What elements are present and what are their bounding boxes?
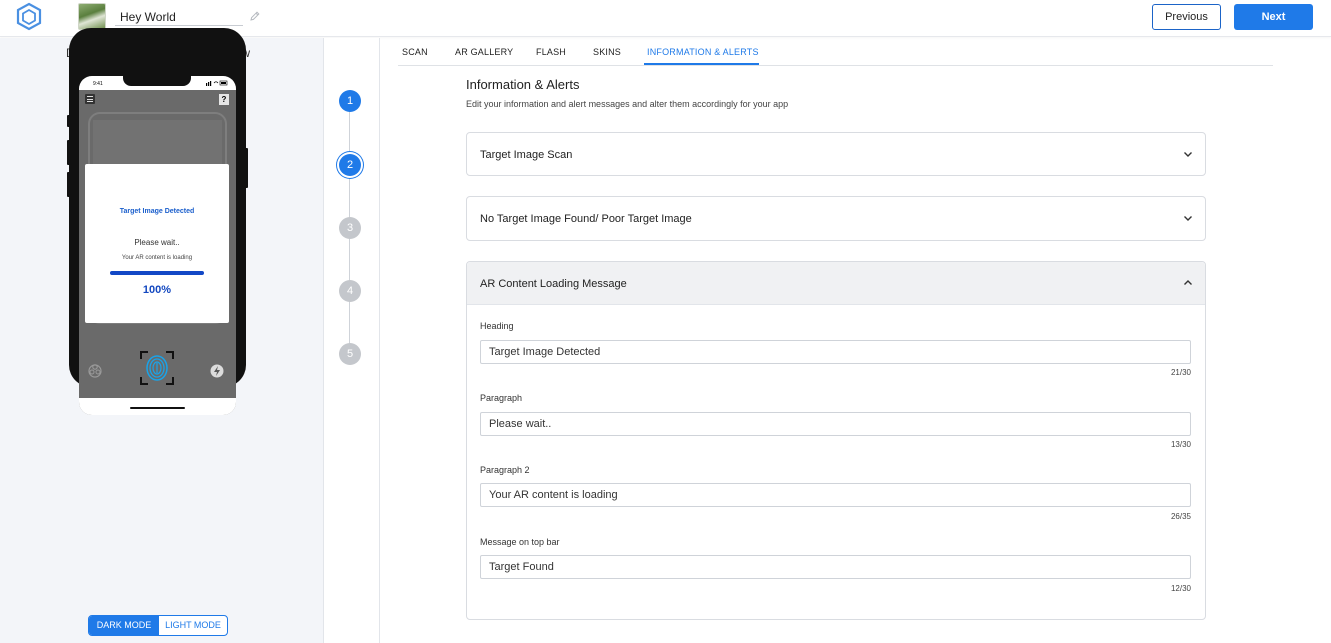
help-icon[interactable]: ?: [219, 94, 229, 105]
heading-input[interactable]: Target Image Detected: [480, 340, 1191, 364]
popup-paragraph: Please wait..: [134, 238, 180, 247]
app-logo-icon[interactable]: [15, 2, 43, 32]
phone-status-bar: 9:41: [79, 76, 236, 90]
field-label-paragraph: Paragraph: [480, 393, 523, 403]
section-title: Information & Alerts: [466, 77, 580, 92]
field-label-top-bar-message: Message on top bar: [480, 537, 560, 547]
camera-controls: [79, 346, 236, 386]
heading-char-count: 21/30: [1170, 368, 1191, 377]
step-1[interactable]: 1: [339, 90, 361, 112]
gallery-icon[interactable]: [87, 362, 103, 378]
accordion-header[interactable]: Target Image Scan: [467, 133, 1205, 176]
phone-screen: 9:41 ? Target Image Detected Please wait…: [79, 76, 236, 415]
chevron-down-icon: [1184, 216, 1192, 221]
popup-paragraph-2: Your AR content is loading: [121, 255, 193, 261]
tab-ar-gallery[interactable]: AR GALLERY: [455, 47, 513, 57]
light-mode-button[interactable]: LIGHT MODE: [159, 616, 227, 635]
accordion-label: No Target Image Found/ Poor Target Image: [480, 213, 692, 225]
step-5[interactable]: 5: [339, 343, 361, 365]
flash-icon[interactable]: [210, 364, 224, 378]
accordion-target-image-scan: Target Image Scan: [466, 132, 1206, 176]
dark-mode-button[interactable]: DARK MODE: [89, 616, 159, 635]
project-name-input[interactable]: Hey World: [115, 6, 243, 26]
field-label-heading: Heading: [480, 321, 514, 331]
field-label-paragraph-2: Paragraph 2: [480, 465, 530, 475]
phone-notch: [123, 76, 191, 86]
accordion-label: Target Image Scan: [480, 149, 573, 161]
accordion-ar-content-loading: AR Content Loading Message Heading Targe…: [466, 261, 1206, 620]
status-time: 9:41: [93, 81, 103, 87]
accordion-header[interactable]: AR Content Loading Message: [467, 262, 1205, 305]
phone-side-button: [67, 172, 70, 197]
tab-scan[interactable]: SCAN: [402, 47, 428, 57]
previous-button[interactable]: Previous: [1152, 4, 1221, 30]
phone-side-button: [67, 140, 70, 165]
accordion-header[interactable]: No Target Image Found/ Poor Target Image: [467, 197, 1205, 240]
tab-flash[interactable]: FLASH: [536, 47, 566, 57]
popup-heading: Target Image Detected: [119, 208, 195, 215]
progress-bar: [110, 271, 204, 275]
chevron-up-icon: [1184, 280, 1192, 285]
signal-wifi-battery-icon: [206, 80, 228, 86]
home-indicator-area: [79, 398, 236, 415]
loading-popup: Target Image Detected Please wait.. Your…: [85, 164, 229, 323]
progress-percent: 100%: [142, 284, 172, 296]
phone-side-button: [67, 115, 70, 127]
tab-bar: SCAN AR GALLERY FLASH SKINS INFORMATION …: [398, 40, 1273, 66]
step-3[interactable]: 3: [339, 217, 361, 239]
top-bar-message-input[interactable]: Target Found: [480, 555, 1191, 579]
pencil-icon[interactable]: [249, 10, 261, 22]
mode-toggle: DARK MODE LIGHT MODE: [88, 615, 228, 636]
accordion-no-target-image: No Target Image Found/ Poor Target Image: [466, 196, 1206, 241]
home-indicator: [130, 407, 185, 409]
paragraph-input[interactable]: Please wait..: [480, 412, 1191, 436]
step-2[interactable]: 2: [339, 154, 361, 176]
tab-information-alerts[interactable]: INFORMATION & ALERTS: [647, 47, 759, 57]
fingerprint-scan-icon[interactable]: [140, 351, 174, 385]
hamburger-menu-icon[interactable]: [85, 94, 95, 104]
paragraph-2-input[interactable]: Your AR content is loading: [480, 483, 1191, 507]
step-4[interactable]: 4: [339, 280, 361, 302]
active-tab-indicator: [644, 63, 759, 65]
phone-side-button: [245, 148, 248, 188]
top-bar-message-char-count: 12/30: [1170, 584, 1191, 593]
next-button[interactable]: Next: [1234, 4, 1313, 30]
section-subtitle: Edit your information and alert messages…: [466, 99, 789, 109]
tab-skins[interactable]: SKINS: [593, 47, 621, 57]
paragraph-char-count: 13/30: [1170, 440, 1191, 449]
accordion-label: AR Content Loading Message: [480, 278, 627, 290]
paragraph-2-char-count: 26/35: [1170, 512, 1191, 521]
project-thumbnail[interactable]: [78, 3, 106, 30]
stepper-column: [324, 38, 380, 643]
chevron-down-icon: [1184, 152, 1192, 157]
